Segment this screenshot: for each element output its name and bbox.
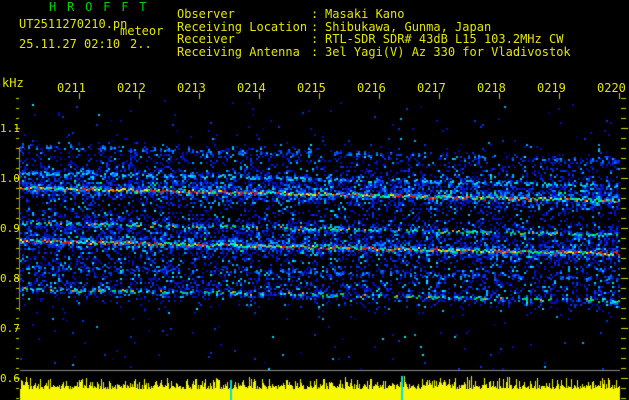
time-label: 0218: [477, 81, 506, 95]
time-label: 0219: [537, 81, 566, 95]
time-label: 0214: [237, 81, 266, 95]
info-separator: :: [311, 44, 319, 59]
info-value: Shibukawa, Gunma, Japan: [325, 19, 492, 34]
freq-label: 0.6: [0, 372, 20, 385]
info-value: RTL-SDR SDR# 43dB L15 103.2MHz CW: [325, 32, 564, 46]
freq-label: 1.0: [0, 172, 20, 185]
time-label: 0213: [177, 81, 206, 95]
freq-unit-label: kHz: [2, 76, 24, 90]
freq-label: 0.8: [0, 272, 20, 285]
time-label: 0211: [57, 81, 86, 95]
counter-label: 2..: [130, 37, 152, 51]
output-filename: UT2511270210.pn: [19, 17, 128, 31]
info-label: Observer: [177, 7, 235, 21]
info-row-antenna: Receiving Antenna:3el Yagi(V) Az 330 for…: [177, 44, 571, 59]
freq-label: 1.1: [0, 122, 20, 135]
time-label: 0215: [297, 81, 326, 95]
info-value: Masaki Kano: [325, 7, 405, 21]
info-row-observer: Observer: Masaki Kano: [177, 7, 571, 21]
info-label: Receiving Location: [177, 19, 308, 34]
app-title: H R O F F T: [49, 0, 149, 14]
time-label: 0212: [117, 81, 146, 95]
time-label: 0216: [357, 81, 386, 95]
hrofft-window: H R O F F T UT2511270210.pn meteor 25.11…: [0, 0, 629, 400]
datetime-label: 25.11.27 02:10: [19, 37, 121, 51]
time-label: 0220: [597, 81, 626, 95]
info-row-location: Receiving Location: Shibukawa, Gunma, Jap…: [177, 19, 571, 34]
info-label: Receiving Antenna: [177, 44, 300, 59]
info-separator: :: [311, 7, 319, 21]
freq-label: 0.9: [0, 222, 20, 235]
spectrogram-canvas: [0, 0, 629, 400]
station-info: Observer: Masaki Kano Receiving Location:…: [177, 7, 571, 59]
info-value: 3el Yagi(V) Az 330 for Vladivostok: [325, 44, 571, 59]
freq-label: 0.7: [0, 322, 20, 335]
info-separator: :: [311, 19, 319, 34]
info-label: Receiver: [177, 32, 235, 46]
info-separator: :: [311, 32, 319, 46]
time-label: 0217: [417, 81, 446, 95]
info-row-receiver: Receiver: RTL-SDR SDR# 43dB L15 103.2MHz …: [177, 32, 571, 46]
